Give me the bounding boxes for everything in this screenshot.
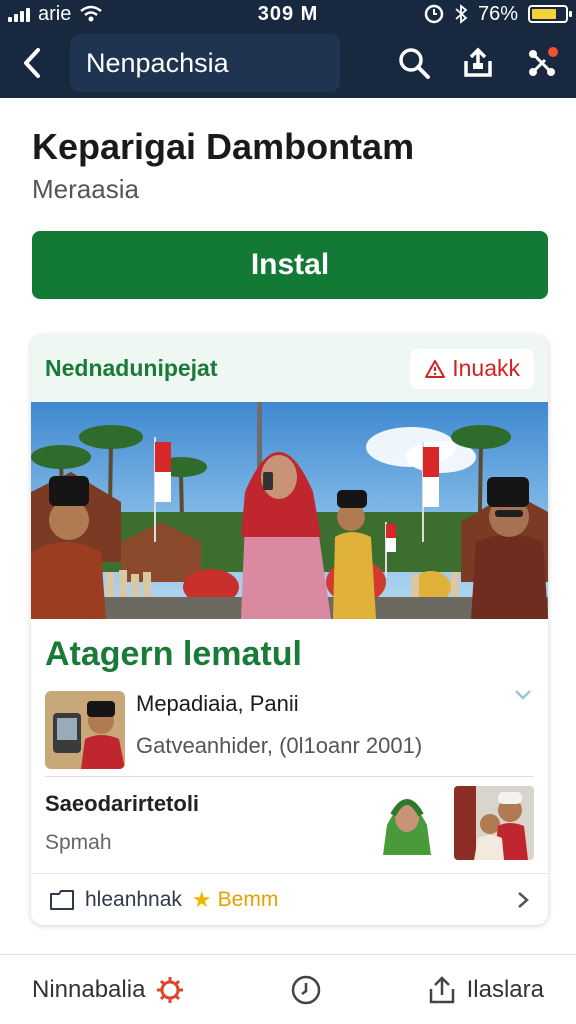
item1-name[interactable]: Mepadiaia, Panii <box>136 691 299 717</box>
nav-item-history[interactable] <box>290 974 322 1006</box>
hero-image <box>31 402 548 619</box>
search-button[interactable] <box>394 43 434 83</box>
nav-right-label: Ilaslara <box>466 975 544 1003</box>
install-button[interactable]: Instal <box>32 231 548 299</box>
footer-rating: Bemm <box>217 887 279 911</box>
search-icon <box>399 48 430 79</box>
item2-subtitle: Spmah <box>45 831 112 854</box>
app-title: Keparigai Dambontam <box>32 126 415 167</box>
wifi-icon <box>80 5 103 22</box>
card-header-title: Nednadunipejat <box>45 355 218 381</box>
report-label: Inuakk <box>452 355 520 381</box>
item2-thumbnail[interactable] <box>454 786 534 860</box>
share-button[interactable] <box>458 43 498 83</box>
footer-label: hleanhnak <box>85 887 182 911</box>
app-developer[interactable]: Meraasia <box>32 174 139 205</box>
top-app-bar: Nenpachsia <box>0 28 576 98</box>
card-header: Nednadunipejat Inuakk <box>31 335 548 402</box>
back-arrow-icon <box>24 48 40 78</box>
nav-left-label: Ninnabalia <box>32 975 146 1003</box>
alarm-icon <box>424 4 444 24</box>
warning-icon <box>425 359 446 378</box>
card-footer[interactable]: hleanhnak ★ Bemm <box>31 873 548 925</box>
battery-percent: 76% <box>477 2 518 25</box>
folder-icon <box>50 889 74 910</box>
topbar-title[interactable]: Nenpachsia <box>70 34 340 92</box>
status-bar: arie 309 M 76% <box>0 0 576 28</box>
item2-name[interactable]: Saeodarirtetoli <box>45 791 199 817</box>
clock-icon <box>291 975 321 1004</box>
feature-card: Nednadunipejat Inuakk Atagern lematul Me… <box>31 335 548 925</box>
carrier-label: arie <box>38 2 72 25</box>
connect-button[interactable] <box>522 43 562 83</box>
section-title: Atagern lematul <box>45 635 302 673</box>
upload-icon <box>429 975 454 1003</box>
divider <box>45 776 534 777</box>
status-time: 309 M <box>257 2 319 25</box>
chevron-right-icon[interactable] <box>516 890 530 910</box>
avatar[interactable] <box>377 785 437 855</box>
star-icon: ★ <box>191 886 212 912</box>
share-icon <box>464 47 492 77</box>
notification-dot <box>548 47 558 57</box>
chevron-down-icon[interactable] <box>514 689 532 701</box>
battery-icon <box>528 5 572 23</box>
item1-thumbnail[interactable] <box>45 691 125 769</box>
back-button[interactable] <box>14 43 50 83</box>
report-button[interactable]: Inuakk <box>410 348 534 389</box>
bottom-navigation: Ninnabalia Ilaslara <box>0 954 576 1024</box>
bluetooth-icon <box>455 4 468 24</box>
item1-meta: Gatveanhider, (0l1oanr 2001) <box>136 733 423 758</box>
nav-item-left[interactable]: Ninnabalia <box>32 975 185 1005</box>
signal-icon <box>8 6 30 22</box>
nav-item-right[interactable]: Ilaslara <box>427 975 544 1005</box>
bug-icon <box>157 976 184 1003</box>
